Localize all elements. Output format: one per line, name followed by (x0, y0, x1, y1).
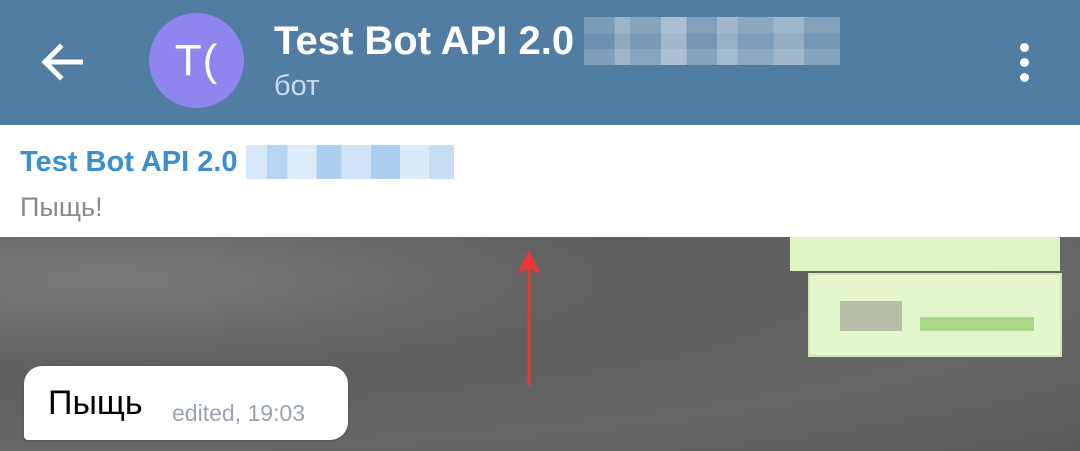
chat-title: Test Bot API 2.0 (274, 18, 575, 63)
arrow-left-icon (41, 43, 83, 81)
more-menu-button[interactable] (1000, 30, 1048, 94)
message-meta: edited, 19:03 (172, 400, 306, 426)
incoming-message-bubble[interactable]: Пыщь edited, 19:03 (24, 366, 348, 440)
annotation-arrow-icon (517, 250, 541, 386)
chat-header: T( Test Bot API 2.0 бот (0, 0, 1080, 125)
chat-title-wrap[interactable]: Test Bot API 2.0 (274, 16, 841, 66)
more-vertical-icon (1019, 42, 1029, 52)
redacted-title-suffix (584, 17, 841, 65)
message-text: Пыщь (48, 384, 143, 422)
pinned-title: Test Bot API 2.0 (20, 145, 454, 179)
back-button[interactable] (30, 30, 94, 94)
avatar[interactable]: T( (149, 13, 244, 108)
pinned-text: Пыщь! (20, 192, 103, 222)
pinned-sender: Test Bot API 2.0 (20, 145, 238, 178)
avatar-initials: T( (174, 35, 219, 85)
pinned-message-panel[interactable]: Test Bot API 2.0 Пыщь! (0, 125, 1080, 238)
outgoing-message-redacted (790, 237, 1080, 357)
redacted-sender-suffix (245, 145, 454, 179)
chat-subtitle: бот (274, 70, 320, 102)
